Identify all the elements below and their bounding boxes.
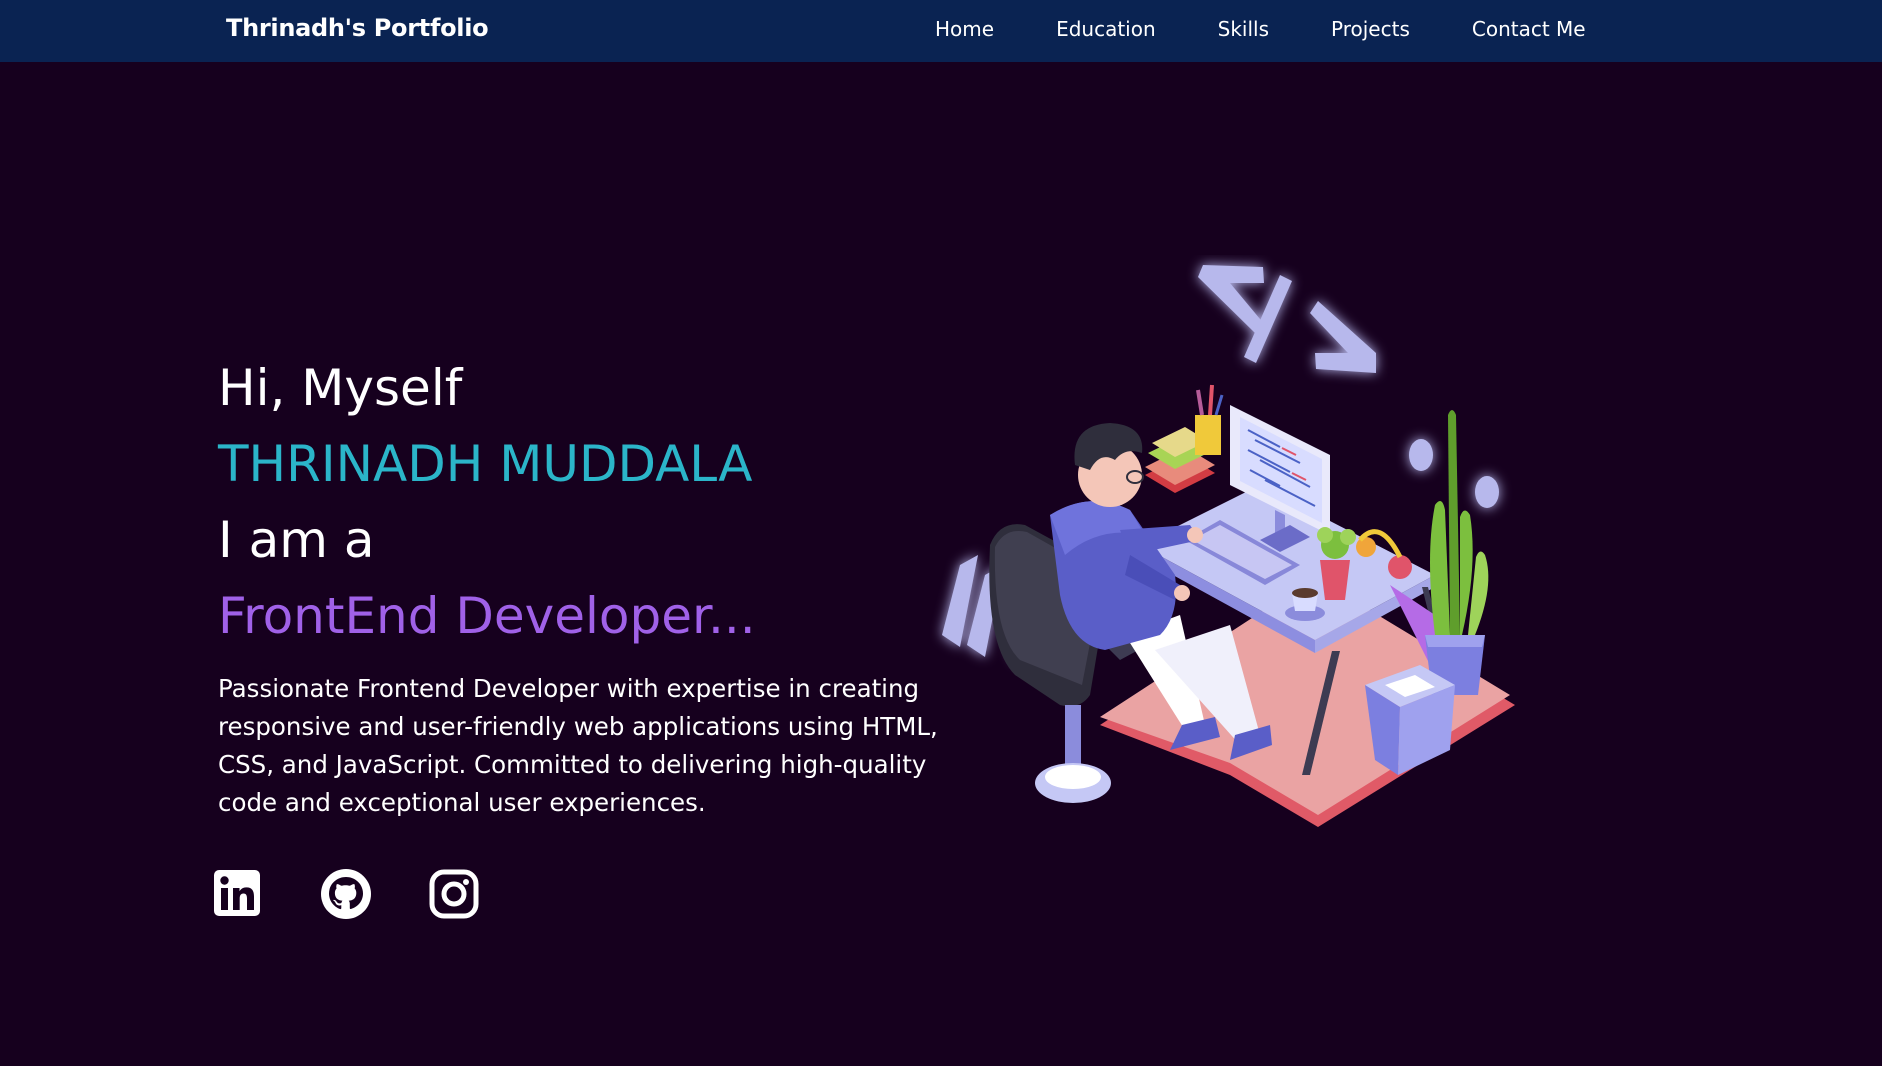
hero-greeting: Hi, Myself [218, 359, 463, 417]
nav-links: Home Education Skills Projects Contact M… [935, 17, 1586, 41]
hero-intro: I am a [218, 511, 375, 569]
brand-logo[interactable]: Thrinadh's Portfolio [226, 14, 489, 42]
navbar: Thrinadh's Portfolio Home Education Skil… [0, 0, 1882, 62]
linkedin-icon[interactable] [212, 868, 264, 920]
code-brackets-icon [1198, 265, 1376, 373]
hero-name: THRINADH MUDDALA [218, 435, 753, 493]
pencil-cup [1195, 384, 1224, 455]
nav-link-education[interactable]: Education [1056, 17, 1156, 41]
developer-at-desk-illustration [930, 255, 1530, 835]
nav-link-contact[interactable]: Contact Me [1472, 17, 1586, 41]
hero-role: FrontEnd Developer... [218, 587, 756, 645]
github-icon[interactable] [320, 868, 372, 920]
instagram-icon[interactable] [428, 868, 480, 920]
cactus-plant [1425, 410, 1489, 695]
trash-bin [1365, 665, 1455, 775]
nav-link-skills[interactable]: Skills [1218, 17, 1269, 41]
nav-link-home[interactable]: Home [935, 17, 994, 41]
social-links [212, 868, 480, 920]
hero-description: Passionate Frontend Developer with exper… [218, 674, 938, 817]
hero-text: Hi, Myself THRINADH MUDDALA I am a Front… [218, 350, 958, 654]
nav-link-projects[interactable]: Projects [1331, 17, 1410, 41]
